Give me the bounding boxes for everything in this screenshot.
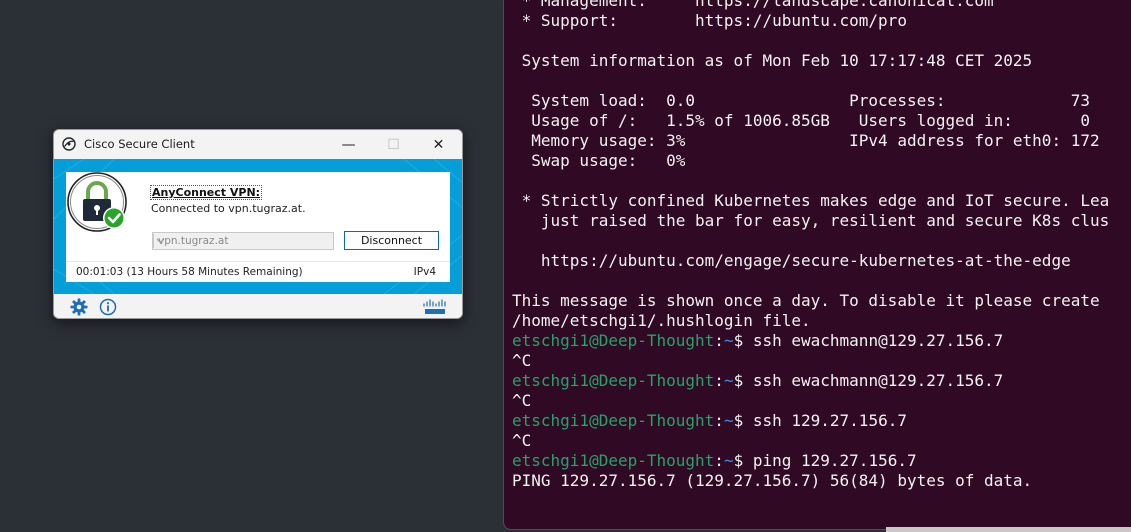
terminal-line: ^C — [512, 351, 1131, 371]
terminal-line: Memory usage: 3% IPv4 address for eth0: … — [512, 131, 1131, 151]
terminal-text: * Strictly confined Kubernetes makes edg… — [512, 191, 1110, 210]
taskbar-edge — [886, 527, 1131, 532]
terminal-text: $ ssh ewachmann@129.27.156.7 — [733, 371, 1004, 390]
cisco-globe-icon — [62, 137, 76, 151]
terminal-line: Swap usage: 0% — [512, 151, 1131, 171]
terminal-text: : — [714, 411, 724, 430]
terminal-line: PING 129.27.156.7 (129.27.156.7) 56(84) … — [512, 471, 1131, 491]
terminal-text: /home/etschgi1/.hushlogin file. — [512, 311, 811, 330]
terminal-text: Memory usage: 3% IPv4 address for eth0: … — [512, 131, 1100, 150]
server-select[interactable]: vpn.tugraz.at — [152, 232, 334, 250]
terminal-text: System load: 0.0 Processes: 73 — [512, 91, 1090, 110]
server-value: vpn.tugraz.at — [158, 235, 229, 247]
terminal-text: Usage of /: 1.5% of 1006.85GB Users logg… — [512, 111, 1090, 130]
vpn-panel: AnyConnect VPN: Connected to vpn.tugraz.… — [66, 172, 450, 282]
terminal-text: https://ubuntu.com/engage/secure-kuberne… — [512, 251, 1071, 270]
prompt-path: ~ — [723, 411, 734, 430]
info-icon[interactable] — [99, 298, 117, 316]
terminal-line: /home/etschgi1/.hushlogin file. — [512, 311, 1131, 331]
divider — [66, 261, 450, 262]
terminal-text: * Management: https://landscape.canonica… — [512, 0, 994, 10]
terminal-text: System information as of Mon Feb 10 17:1… — [512, 51, 1033, 70]
ip-version: IPv4 — [413, 266, 436, 278]
terminal-line: etschgi1@Deep-Thought:~$ ssh ewachmann@1… — [512, 331, 1131, 351]
prompt-user: etschgi1@Deep-Thought — [512, 331, 715, 350]
prompt-path: ~ — [723, 451, 734, 470]
close-button[interactable]: ✕ — [416, 130, 461, 159]
terminal-line: ^C — [512, 431, 1131, 451]
minimize-button[interactable]: — — [326, 130, 371, 159]
cisco-secure-client-window: Cisco Secure Client — ☐ ✕ AnyConnect VPN… — [53, 129, 463, 319]
terminal-line: just raised the bar for easy, resilient … — [512, 211, 1131, 231]
terminal-text: : — [714, 331, 724, 350]
title-bar[interactable]: Cisco Secure Client — ☐ ✕ — [54, 130, 462, 159]
terminal-line: ^C — [512, 391, 1131, 411]
window-title: Cisco Secure Client — [84, 137, 195, 151]
terminal-line: * Support: https://ubuntu.com/pro — [512, 11, 1131, 31]
bottom-toolbar — [54, 294, 462, 318]
terminal-text: just raised the bar for easy, resilient … — [512, 211, 1110, 230]
terminal-line: etschgi1@Deep-Thought:~$ ssh 129.27.156.… — [512, 411, 1131, 431]
prompt-path: ~ — [723, 371, 734, 390]
chevron-down-icon — [153, 234, 165, 248]
terminal-line: etschgi1@Deep-Thought:~$ ssh ewachmann@1… — [512, 371, 1131, 391]
terminal-text: ^C — [512, 391, 532, 410]
prompt-user: etschgi1@Deep-Thought — [512, 371, 715, 390]
prompt-path: ~ — [723, 331, 734, 350]
terminal-output: * Management: https://landscape.canonica… — [512, 0, 1131, 491]
terminal-text: * Support: https://ubuntu.com/pro — [512, 11, 907, 30]
terminal-line: * Strictly confined Kubernetes makes edg… — [512, 191, 1131, 211]
terminal-line: etschgi1@Deep-Thought:~$ ping 129.27.156… — [512, 451, 1131, 471]
terminal-line: This message is shown once a day. To dis… — [512, 291, 1131, 311]
terminal-line: Usage of /: 1.5% of 1006.85GB Users logg… — [512, 111, 1131, 131]
terminal-text: Swap usage: 0% — [512, 151, 686, 170]
terminal-text: : — [714, 451, 724, 470]
terminal-text: This message is shown once a day. To dis… — [512, 291, 1100, 310]
connection-status: Connected to vpn.tugraz.at. — [151, 202, 306, 215]
terminal-line: https://ubuntu.com/engage/secure-kuberne… — [512, 251, 1131, 271]
gear-icon[interactable] — [70, 298, 88, 316]
terminal-line: System load: 0.0 Processes: 73 — [512, 91, 1131, 111]
vpn-module-band: AnyConnect VPN: Connected to vpn.tugraz.… — [54, 159, 462, 294]
terminal-text: ^C — [512, 431, 532, 450]
maximize-button[interactable]: ☐ — [371, 130, 416, 159]
cisco-logo — [423, 299, 446, 314]
disconnect-button[interactable]: Disconnect — [344, 231, 439, 250]
vpn-module-title[interactable]: AnyConnect VPN: — [150, 185, 263, 200]
terminal-text: PING 129.27.156.7 (129.27.156.7) 56(84) … — [512, 471, 1033, 490]
terminal-text: $ ping 129.27.156.7 — [733, 451, 917, 470]
terminal-text: : — [714, 371, 724, 390]
terminal-text: $ ssh 129.27.156.7 — [733, 411, 907, 430]
terminal-window[interactable]: * Management: https://landscape.canonica… — [503, 0, 1131, 530]
terminal-text: ^C — [512, 351, 532, 370]
terminal-text: $ ssh ewachmann@129.27.156.7 — [733, 331, 1004, 350]
terminal-line: System information as of Mon Feb 10 17:1… — [512, 51, 1131, 71]
prompt-user: etschgi1@Deep-Thought — [512, 411, 715, 430]
prompt-user: etschgi1@Deep-Thought — [512, 451, 715, 470]
vpn-lock-connected-icon — [67, 172, 127, 232]
connection-timer: 00:01:03 (13 Hours 58 Minutes Remaining) — [76, 266, 303, 278]
terminal-line: * Management: https://landscape.canonica… — [512, 0, 1131, 11]
